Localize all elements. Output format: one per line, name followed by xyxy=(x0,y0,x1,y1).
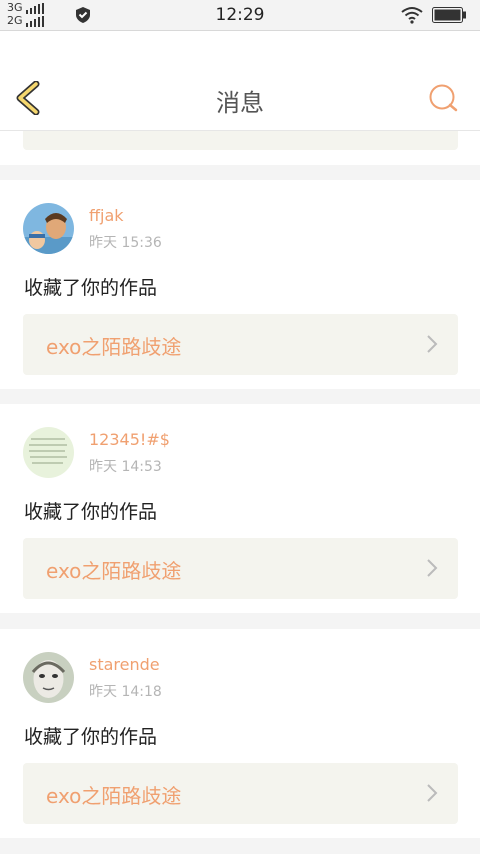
nav-header: 消息 xyxy=(0,31,480,131)
message-text: 收藏了你的作品 xyxy=(24,277,158,299)
search-icon[interactable] xyxy=(428,83,458,113)
work-link-partial xyxy=(23,131,458,150)
avatar[interactable] xyxy=(23,652,74,703)
work-link[interactable]: exo之陌路歧途 xyxy=(23,763,458,824)
username[interactable]: starende xyxy=(89,655,160,674)
work-title: exo之陌路歧途 xyxy=(46,784,182,808)
work-title: exo之陌路歧途 xyxy=(46,559,182,583)
work-title: exo之陌路歧途 xyxy=(46,335,182,359)
work-link[interactable]: exo之陌路歧途 xyxy=(23,538,458,599)
username[interactable]: 12345!#$ xyxy=(89,430,170,449)
username[interactable]: ffjak xyxy=(89,206,124,225)
notification-card: ffjak 昨天 15:36 收藏了你的作品 exo之陌路歧途 xyxy=(0,180,480,389)
wifi-icon xyxy=(401,7,423,24)
timestamp: 昨天 15:36 xyxy=(89,235,162,251)
chevron-right-icon xyxy=(427,559,438,577)
battery-icon xyxy=(432,7,466,23)
notification-card-partial xyxy=(0,131,480,165)
chevron-right-icon xyxy=(427,335,438,353)
chevron-right-icon xyxy=(427,784,438,802)
work-link[interactable]: exo之陌路歧途 xyxy=(23,314,458,375)
avatar[interactable] xyxy=(23,427,74,478)
page-title: 消息 xyxy=(216,89,264,117)
message-text: 收藏了你的作品 xyxy=(24,726,158,748)
notification-card: 12345!#$ 昨天 14:53 收藏了你的作品 exo之陌路歧途 xyxy=(0,404,480,613)
message-text: 收藏了你的作品 xyxy=(24,501,158,523)
timestamp: 昨天 14:53 xyxy=(89,459,162,475)
timestamp: 昨天 14:18 xyxy=(89,684,162,700)
status-bar: 3G 2G 12:29 xyxy=(0,0,480,31)
notification-card: starende 昨天 14:18 收藏了你的作品 exo之陌路歧途 xyxy=(0,629,480,838)
avatar[interactable] xyxy=(23,203,74,254)
